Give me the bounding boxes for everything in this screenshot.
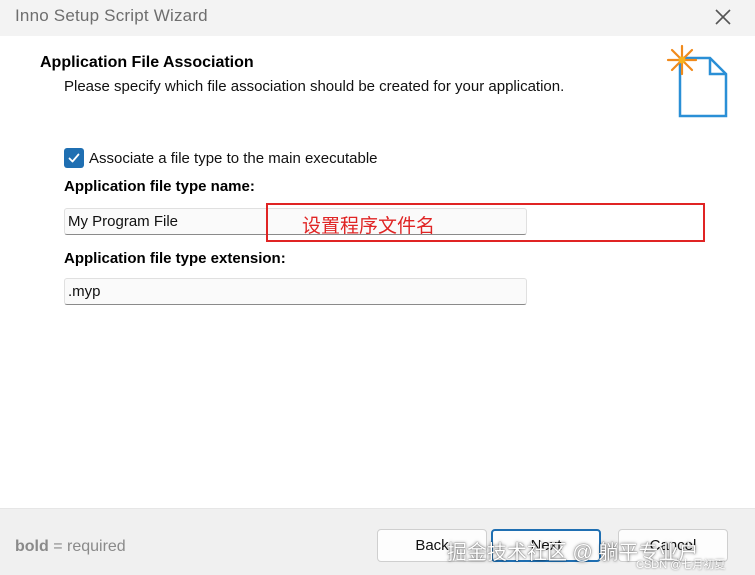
wizard-content: Associate a file type to the main execut…	[0, 126, 755, 508]
wizard-document-sparkle-icon	[666, 44, 728, 118]
page-title: Application File Association	[40, 54, 254, 71]
window-title: Inno Setup Script Wizard	[15, 6, 208, 25]
checkbox-label: Associate a file type to the main execut…	[89, 149, 378, 167]
wizard-footer: bold = required Back Next Cancel 掘金技术社区 …	[0, 508, 755, 575]
page-subtitle: Please specify which file association sh…	[64, 78, 565, 95]
title-bar: Inno Setup Script Wizard	[0, 0, 755, 36]
file-type-name-label: Application file type name:	[64, 178, 255, 195]
back-button-label: Back	[415, 537, 449, 554]
close-button[interactable]	[700, 0, 746, 34]
annotation-text: 设置程序文件名	[302, 216, 436, 237]
file-type-extension-input[interactable]: .myp	[64, 278, 527, 305]
close-icon	[715, 9, 731, 25]
wizard-header: Application File Association Please spec…	[0, 36, 755, 126]
required-hint-text: = required	[48, 538, 126, 555]
checkbox-checked[interactable]	[64, 148, 84, 168]
watermark-small: CSDN @七月初夏	[636, 559, 726, 571]
required-hint-bold: bold	[15, 538, 49, 555]
checkmark-icon	[68, 153, 80, 163]
file-type-extension-label: Application file type extension:	[64, 250, 286, 267]
associate-file-type-checkbox[interactable]: Associate a file type to the main execut…	[64, 148, 378, 168]
required-hint: bold = required	[15, 538, 126, 556]
wizard-window: Inno Setup Script Wizard Application Fil…	[0, 0, 755, 575]
